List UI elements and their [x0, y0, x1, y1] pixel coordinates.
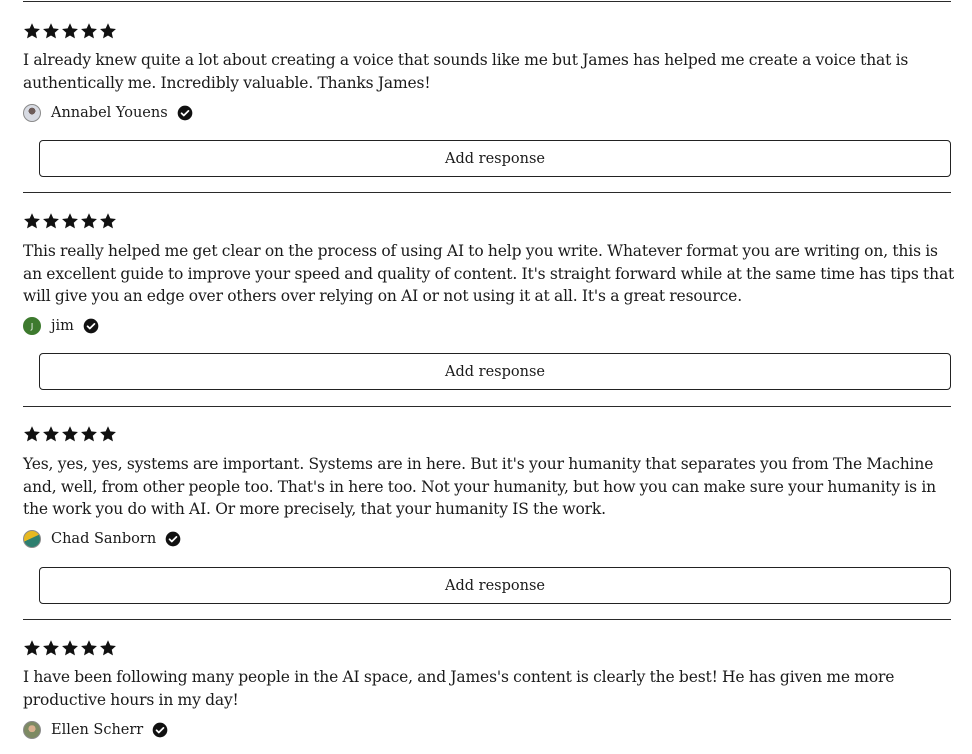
verified-check-icon — [177, 105, 192, 121]
star-icon — [24, 640, 40, 656]
star-icon — [24, 23, 40, 39]
review-author: Annabel Youens — [23, 103, 193, 123]
reviews-list: I already knew quite a lot about creatin… — [0, 0, 972, 754]
author-name: jim — [51, 318, 74, 334]
add-response-button[interactable]: Add response — [39, 353, 951, 390]
review-text: This really helped me get clear on the p… — [23, 242, 955, 306]
star-icon — [62, 23, 78, 39]
review-author: Ellen Scherr — [23, 720, 168, 740]
review-text: I have been following many people in the… — [23, 668, 895, 709]
author-name: Annabel Youens — [51, 105, 168, 121]
star-icon — [81, 426, 97, 442]
star-rating — [23, 639, 117, 657]
avatar: J — [23, 317, 41, 335]
star-icon — [100, 426, 116, 442]
review-divider — [23, 406, 951, 407]
star-icon — [81, 213, 97, 229]
star-rating — [23, 212, 117, 230]
review-divider — [23, 192, 951, 193]
star-icon — [43, 213, 59, 229]
avatar — [23, 530, 41, 548]
verified-check-icon — [152, 722, 168, 738]
verified-check-icon — [83, 318, 99, 334]
star-icon — [43, 640, 59, 656]
author-name: Chad Sanborn — [51, 531, 157, 547]
author-name: Ellen Scherr — [51, 722, 144, 738]
add-response-button[interactable]: Add response — [39, 140, 951, 177]
add-response-button[interactable]: Add response — [39, 567, 951, 604]
star-icon — [24, 426, 40, 442]
review-divider — [23, 1, 951, 2]
review-divider — [23, 619, 951, 620]
star-icon — [62, 426, 78, 442]
star-icon — [100, 23, 116, 39]
star-icon — [43, 426, 59, 442]
star-icon — [62, 213, 78, 229]
star-icon — [81, 640, 97, 656]
star-icon — [100, 640, 116, 656]
star-icon — [43, 23, 59, 39]
star-icon — [81, 23, 97, 39]
review-author: J jim — [23, 316, 99, 336]
avatar — [23, 104, 41, 122]
star-rating — [23, 22, 117, 40]
review-author: Chad Sanborn — [23, 529, 181, 549]
star-icon — [100, 213, 116, 229]
review-text: Yes, yes, yes, systems are important. Sy… — [23, 455, 936, 519]
star-rating — [23, 425, 117, 443]
review-text: I already knew quite a lot about creatin… — [23, 51, 909, 92]
verified-check-icon — [165, 531, 181, 547]
star-icon — [62, 640, 78, 656]
avatar-initial: J — [30, 321, 34, 331]
avatar — [23, 721, 41, 739]
star-icon — [24, 213, 40, 229]
